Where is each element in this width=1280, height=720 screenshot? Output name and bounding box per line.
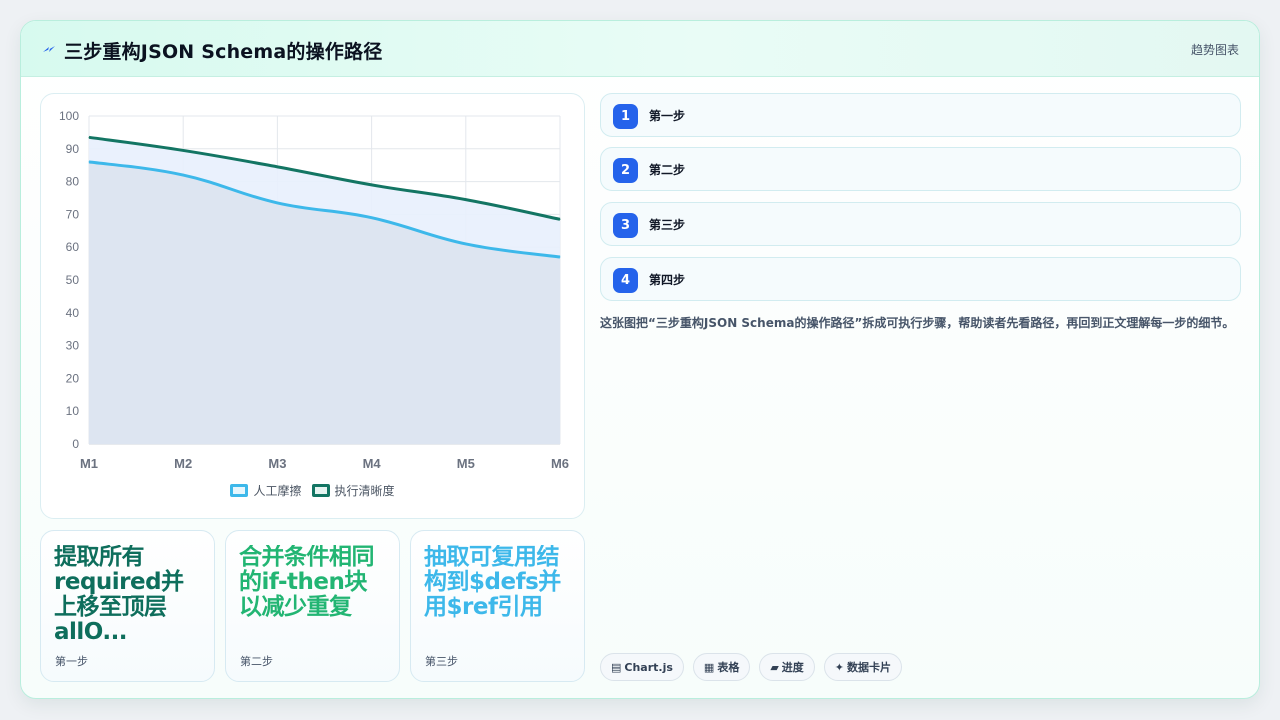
- chart-legend: 人工摩擦 执行清晰度: [41, 482, 584, 499]
- x-tick-label-2: M3: [268, 456, 286, 471]
- chip-label-data-card: 数据卡片: [847, 661, 892, 674]
- sparkle-icon: ✦: [834, 660, 845, 674]
- legend-item-1[interactable]: 执行清晰度: [311, 482, 395, 499]
- step-number-3: 3: [613, 213, 638, 238]
- x-tick-label-1: M2: [174, 456, 192, 471]
- step-label-2: 第二步: [649, 163, 686, 177]
- series-1-point-5: [559, 218, 561, 220]
- step-item-1[interactable]: 1 第一步: [600, 93, 1241, 137]
- series-0-point-4: [465, 243, 467, 245]
- stat-card-1: 提取所有required并上移至顶层allO... 第一步: [40, 530, 215, 682]
- chip-table[interactable]: ▦ 表格: [692, 653, 751, 681]
- step-item-3[interactable]: 3 第三步: [600, 202, 1241, 246]
- lightning-icon: [43, 46, 55, 52]
- step-number-2: 2: [613, 158, 638, 183]
- page-title: 三步重构JSON Schema的操作路径: [64, 41, 383, 63]
- step-label-1: 第一步: [649, 109, 686, 123]
- chart-panel: 0 10 20 30 40 50 60 70 80 90 100 M1 M2 M3 M4 M5 M6 人工摩擦 …: [40, 93, 585, 519]
- y-tick-label-9: 90: [66, 142, 80, 156]
- y-tick-label-3: 30: [66, 339, 80, 353]
- header: 三步重构JSON Schema的操作路径 趋势图表: [21, 21, 1259, 77]
- x-tick-label-4: M5: [457, 456, 475, 471]
- y-tick-label-0: 0: [72, 437, 79, 451]
- step-item-4[interactable]: 4 第四步: [600, 257, 1241, 301]
- series-1-point-1: [182, 149, 184, 151]
- y-tick-label-6: 60: [66, 240, 80, 254]
- series-1-point-2: [276, 166, 278, 168]
- chip-progress[interactable]: ▰ 进度: [759, 653, 815, 681]
- stat-value-3: 抽取可复用结构到$defs并用$ref引用: [424, 545, 561, 620]
- stat-label-3: 第三步: [425, 655, 458, 668]
- x-tick-label-3: M4: [363, 456, 382, 471]
- chip-label-progress: 进度: [781, 661, 804, 674]
- chart-icon: ▤: [611, 660, 622, 674]
- legend-label-1: 执行清晰度: [334, 484, 395, 498]
- header-tag: 趋势图表: [1190, 43, 1239, 57]
- x-tick-label-0: M1: [80, 456, 98, 471]
- y-tick-label-7: 70: [66, 207, 80, 221]
- stat-card-2: 合并条件相同的if-then块以减少重复 第二步: [225, 530, 400, 682]
- stat-label-2: 第二步: [240, 655, 273, 668]
- series-0-point-3: [371, 217, 373, 219]
- step-item-2[interactable]: 2 第二步: [600, 147, 1241, 191]
- table-icon: ▦: [703, 660, 715, 674]
- series-0-point-2: [276, 202, 278, 204]
- chip-chartjs[interactable]: ▤ Chart.js: [600, 653, 684, 681]
- y-tick-label-1: 10: [66, 404, 80, 418]
- y-tick-label-5: 50: [66, 273, 80, 287]
- series-0-point-1: [182, 174, 184, 176]
- line-chart: 0 10 20 30 40 50 60 70 80 90 100 M1 M2 M3 M4 M5 M6: [59, 109, 569, 471]
- series-0-point-5: [559, 256, 561, 258]
- series-0-point-0: [88, 161, 90, 163]
- x-tick-label-5: M6: [551, 456, 569, 471]
- y-tick-label-2: 20: [66, 371, 80, 385]
- chip-label-table: 表格: [717, 661, 740, 674]
- chip-label-chartjs: Chart.js: [624, 660, 673, 674]
- description-text: 这张图把“三步重构JSON Schema的操作路径”拆成可执行步骤，帮助读者先看…: [600, 316, 1235, 330]
- main-card: 三步重构JSON Schema的操作路径 趋势图表 0 10 20 30 40 50 60 7…: [20, 20, 1260, 699]
- series-1-point-0: [88, 136, 90, 138]
- y-tick-label-10: 100: [59, 109, 79, 123]
- stat-value-2: 合并条件相同的if-then块以减少重复: [239, 545, 375, 620]
- chip-data-card[interactable]: ✦ 数据卡片: [823, 653, 903, 681]
- step-number-4: 4: [613, 268, 638, 293]
- progress-icon: ▰: [770, 660, 779, 674]
- step-number-1: 1: [613, 104, 638, 129]
- step-label-4: 第四步: [649, 273, 686, 287]
- legend-swatch-0: [230, 484, 249, 497]
- step-label-3: 第三步: [649, 218, 686, 232]
- legend-label-0: 人工摩擦: [253, 484, 302, 498]
- legend-item-0[interactable]: 人工摩擦: [230, 482, 302, 499]
- series-1-point-3: [371, 184, 373, 186]
- stat-card-3: 抽取可复用结构到$defs并用$ref引用 第三步: [410, 530, 585, 682]
- chip-row: ▤ Chart.js ▦ 表格 ▰ 进度 ✦ 数据卡片: [600, 653, 903, 681]
- stat-value-1: 提取所有required并上移至顶层allO...: [54, 545, 184, 645]
- y-tick-label-4: 40: [66, 306, 80, 320]
- stat-label-1: 第一步: [55, 655, 88, 668]
- y-tick-label-8: 80: [66, 175, 80, 189]
- series-1-point-4: [465, 199, 467, 201]
- legend-swatch-1: [311, 484, 330, 497]
